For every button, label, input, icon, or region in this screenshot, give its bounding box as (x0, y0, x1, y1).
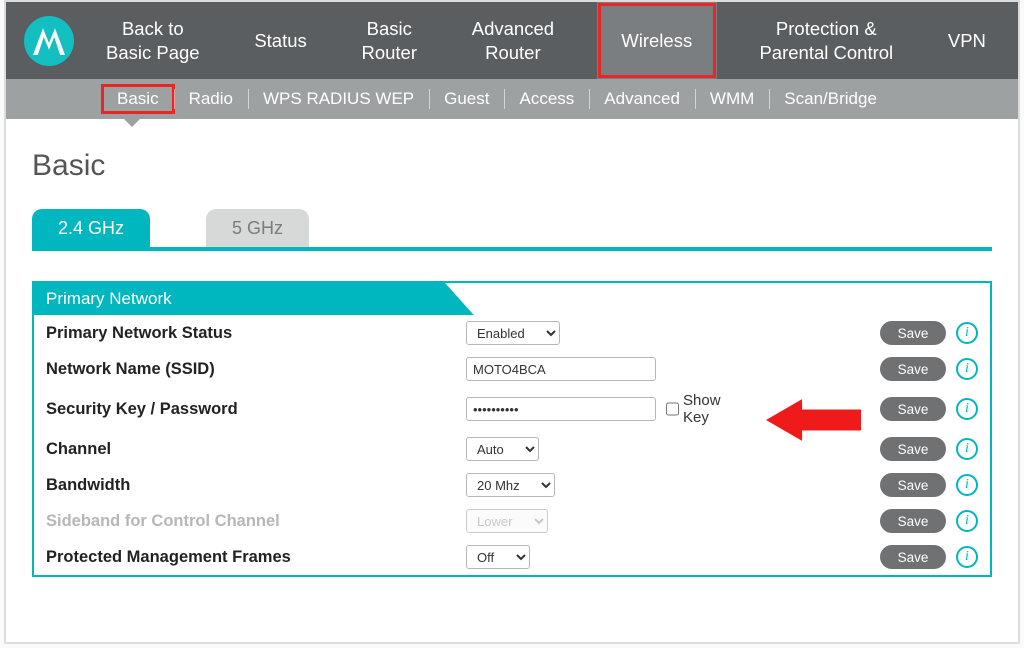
select-sideband: Lower (466, 509, 548, 533)
motorola-logo-icon (29, 21, 69, 61)
select-bandwidth[interactable]: 20 Mhz (466, 473, 555, 497)
info-icon[interactable]: i (956, 438, 978, 460)
info-icon[interactable]: i (956, 322, 978, 344)
save-ssid-button[interactable]: Save (880, 357, 946, 381)
tab-2-4ghz[interactable]: 2.4 GHz (32, 209, 150, 247)
row-ssid: Network Name (SSID) Save i (34, 351, 990, 387)
info-icon[interactable]: i (956, 474, 978, 496)
input-ssid[interactable] (466, 357, 656, 381)
nav-basic-router[interactable]: Basic Router (349, 2, 429, 79)
show-key-checkbox[interactable] (666, 402, 679, 416)
label-sideband: Sideband for Control Channel (46, 512, 466, 531)
motorola-logo (24, 16, 74, 66)
subnav-scan-bridge[interactable]: Scan/Bridge (769, 85, 892, 113)
subnav-caret-icon (124, 119, 140, 127)
sub-nav: Basic Radio WPS RADIUS WEP Guest Access … (6, 79, 1018, 119)
subnav-wps[interactable]: WPS RADIUS WEP (248, 85, 429, 113)
row-channel: Channel Auto Save i (34, 431, 990, 467)
content-area: Basic 2.4 GHz 5 GHz Primary Network Prim… (6, 119, 1018, 577)
subnav-access[interactable]: Access (504, 85, 589, 113)
nav-status[interactable]: Status (242, 2, 318, 79)
subnav-guest[interactable]: Guest (429, 85, 504, 113)
section-header: Primary Network (34, 283, 990, 315)
show-key-label: Show Key (683, 392, 746, 426)
select-pmf[interactable]: Off (466, 545, 530, 569)
save-status-button[interactable]: Save (880, 321, 946, 345)
subnav-wmm[interactable]: WMM (695, 85, 769, 113)
band-tabs: 2.4 GHz 5 GHz (32, 209, 992, 251)
save-sideband-button[interactable]: Save (880, 509, 946, 533)
show-key-control[interactable]: Show Key (666, 392, 746, 426)
info-icon[interactable]: i (956, 510, 978, 532)
save-key-button[interactable]: Save (880, 397, 946, 421)
label-ssid: Network Name (SSID) (46, 360, 466, 379)
nav-vpn[interactable]: VPN (936, 2, 998, 79)
label-pmf: Protected Management Frames (46, 548, 466, 567)
label-bandwidth: Bandwidth (46, 476, 466, 495)
label-security-key: Security Key / Password (46, 400, 466, 419)
nav-back-basic[interactable]: Back to Basic Page (94, 2, 212, 79)
row-pmf: Protected Management Frames Off Save i (34, 539, 990, 575)
info-icon[interactable]: i (956, 398, 978, 420)
primary-network-section: Primary Network Primary Network Status E… (32, 281, 992, 577)
label-channel: Channel (46, 440, 466, 459)
tab-5ghz[interactable]: 5 GHz (206, 209, 309, 247)
input-security-key[interactable] (466, 397, 656, 421)
row-status: Primary Network Status Enabled Save i (34, 315, 990, 351)
save-bandwidth-button[interactable]: Save (880, 473, 946, 497)
nav-wireless[interactable]: Wireless (597, 2, 717, 79)
label-status: Primary Network Status (46, 324, 466, 343)
row-bandwidth: Bandwidth 20 Mhz Save i (34, 467, 990, 503)
select-channel[interactable]: Auto (466, 437, 539, 461)
subnav-advanced[interactable]: Advanced (589, 85, 695, 113)
subnav-basic[interactable]: Basic (102, 85, 174, 113)
row-security-key: Security Key / Password Show Key Save i (34, 387, 990, 431)
nav-protection-parental[interactable]: Protection & Parental Control (747, 2, 905, 79)
info-icon[interactable]: i (956, 358, 978, 380)
row-sideband: Sideband for Control Channel Lower Save … (34, 503, 990, 539)
top-nav: Back to Basic Page Status Basic Router A… (6, 2, 1018, 79)
page-title: Basic (32, 149, 992, 183)
info-icon[interactable]: i (956, 546, 978, 568)
subnav-radio[interactable]: Radio (174, 85, 248, 113)
save-pmf-button[interactable]: Save (880, 545, 946, 569)
save-channel-button[interactable]: Save (880, 437, 946, 461)
select-status[interactable]: Enabled (466, 321, 560, 345)
nav-advanced-router[interactable]: Advanced Router (460, 2, 566, 79)
